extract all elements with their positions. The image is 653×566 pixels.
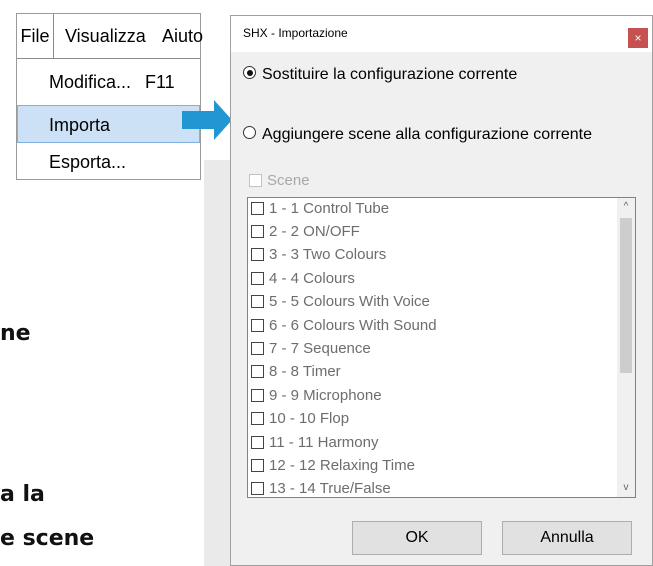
list-item[interactable]: 11 - 11 Harmony [251, 432, 379, 454]
radio-add-scenes[interactable]: Aggiungere scene alla configurazione cor… [243, 126, 592, 144]
list-item[interactable]: 9 - 9 Microphone [251, 385, 382, 407]
checkbox-icon [251, 435, 264, 449]
checkbox-icon [251, 294, 264, 308]
menu-item-label: Esporta... [49, 152, 127, 172]
menu-visualizza[interactable]: Visualizza [65, 14, 146, 58]
checkbox-icon [251, 364, 264, 378]
background-text-3: e scene [0, 526, 95, 551]
cancel-button[interactable]: Annulla [502, 521, 632, 555]
checkbox-icon [251, 388, 264, 402]
list-item-label: 7 - 7 Sequence [269, 340, 371, 357]
list-item[interactable]: 7 - 7 Sequence [251, 338, 371, 360]
list-item-label: 9 - 9 Microphone [269, 387, 382, 404]
checkbox-icon [249, 173, 262, 187]
menu-aiuto[interactable]: Aiuto [162, 14, 203, 58]
menu-file[interactable]: File [17, 14, 54, 58]
background-panel [204, 160, 230, 566]
list-item-label: 11 - 11 Harmony [269, 434, 379, 451]
list-item[interactable]: 4 - 4 Colours [251, 268, 355, 290]
list-item-label: 13 - 14 True/False [269, 480, 391, 497]
checkbox-icon [251, 481, 264, 495]
list-item[interactable]: 13 - 14 True/False [251, 478, 391, 497]
menu-item-esporta[interactable]: Esporta... [17, 143, 200, 181]
menu-item-importa[interactable]: Importa [17, 105, 200, 143]
list-item[interactable]: 12 - 12 Relaxing Time [251, 455, 415, 477]
radio-selected-icon [243, 66, 256, 80]
list-item-label: 2 - 2 ON/OFF [269, 223, 360, 240]
checkbox-icon [251, 201, 264, 215]
file-menu-dropdown: Modifica... F11 Importa Esporta... [17, 58, 200, 180]
list-item[interactable]: 5 - 5 Colours With Voice [251, 291, 430, 313]
scrollbar-thumb[interactable] [620, 218, 632, 373]
list-item[interactable]: 8 - 8 Timer [251, 361, 341, 383]
radio-label: Aggiungere scene alla configurazione cor… [262, 126, 592, 143]
scenes-scrollbar[interactable]: ^ v [617, 198, 635, 497]
menu-item-modifica[interactable]: Modifica... F11 [17, 63, 200, 101]
list-item[interactable]: 6 - 6 Colours With Sound [251, 315, 437, 337]
list-item-label: 12 - 12 Relaxing Time [269, 457, 415, 474]
list-item-label: 6 - 6 Colours With Sound [269, 317, 437, 334]
background-text-1: ne [0, 321, 31, 346]
radio-unselected-icon [243, 126, 256, 140]
checkbox-icon [251, 341, 264, 355]
pointer-arrow-shaft [182, 111, 214, 129]
scroll-up-icon[interactable]: ^ [617, 198, 635, 216]
dialog-title: SHX - Importazione [243, 26, 348, 40]
list-item-label: 3 - 3 Two Colours [269, 246, 387, 263]
checkbox-icon [251, 458, 264, 472]
checkbox-icon [251, 411, 264, 425]
list-item[interactable]: 10 - 10 Flop [251, 408, 349, 430]
scenes-checkbox[interactable]: Scene [249, 172, 310, 189]
scroll-down-icon[interactable]: v [617, 479, 635, 497]
radio-replace-config[interactable]: Sostituire la configurazione corrente [243, 66, 517, 84]
list-item-label: 5 - 5 Colours With Voice [269, 293, 430, 310]
list-item[interactable]: 1 - 1 Control Tube [251, 198, 389, 220]
list-item[interactable]: 2 - 2 ON/OFF [251, 221, 360, 243]
checkbox-icon [251, 271, 264, 285]
list-item-label: 10 - 10 Flop [269, 410, 350, 427]
file-menu-panel: File Visualizza Aiuto Modifica... F11 Im… [16, 13, 203, 180]
checkbox-icon [251, 318, 264, 332]
list-item-label: 1 - 1 Control Tube [269, 200, 390, 217]
scenes-label: Scene [267, 172, 310, 189]
radio-label: Sostituire la configurazione corrente [262, 66, 518, 83]
menu-item-label: Importa [49, 115, 111, 135]
checkbox-icon [251, 247, 264, 261]
close-icon[interactable]: × [628, 28, 648, 48]
checkbox-icon [251, 224, 264, 238]
background-text-2: a la [0, 482, 45, 507]
scenes-list[interactable]: 1 - 1 Control Tube 2 - 2 ON/OFF 3 - 3 Tw… [247, 197, 636, 498]
list-item-label: 8 - 8 Timer [269, 363, 341, 380]
menu-item-shortcut: F11 [145, 72, 175, 92]
list-item-label: 4 - 4 Colours [269, 270, 355, 287]
ok-button[interactable]: OK [352, 521, 482, 555]
dialog-titlebar: SHX - Importazione × [231, 16, 652, 52]
menu-bar: File Visualizza Aiuto [17, 14, 203, 58]
menu-item-label: Modifica... [49, 72, 132, 92]
import-dialog: SHX - Importazione × Sostituire la confi… [230, 15, 653, 566]
list-item[interactable]: 3 - 3 Two Colours [251, 244, 386, 266]
